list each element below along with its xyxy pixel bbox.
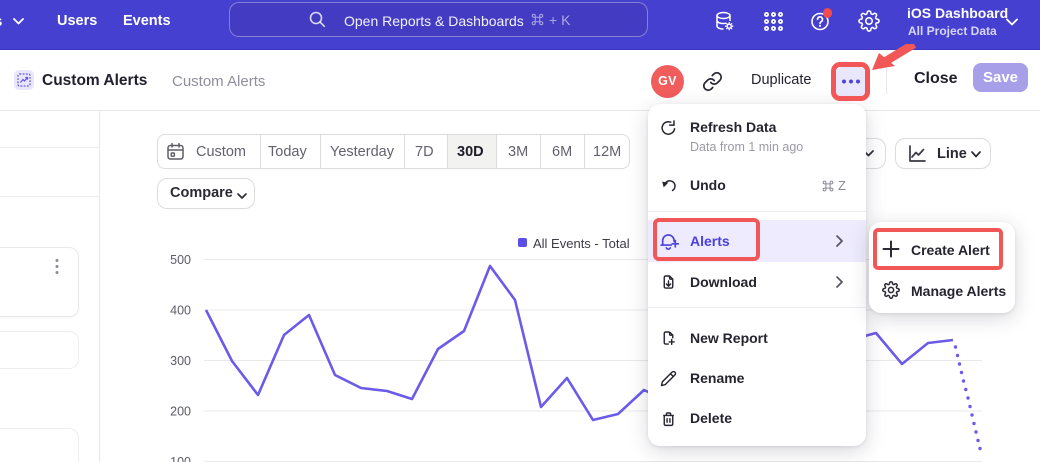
svg-text:100: 100 <box>170 455 191 462</box>
svg-text:500: 500 <box>170 253 191 267</box>
svg-text:200: 200 <box>170 405 191 419</box>
svg-text:300: 300 <box>170 354 191 368</box>
svg-text:400: 400 <box>170 304 191 318</box>
